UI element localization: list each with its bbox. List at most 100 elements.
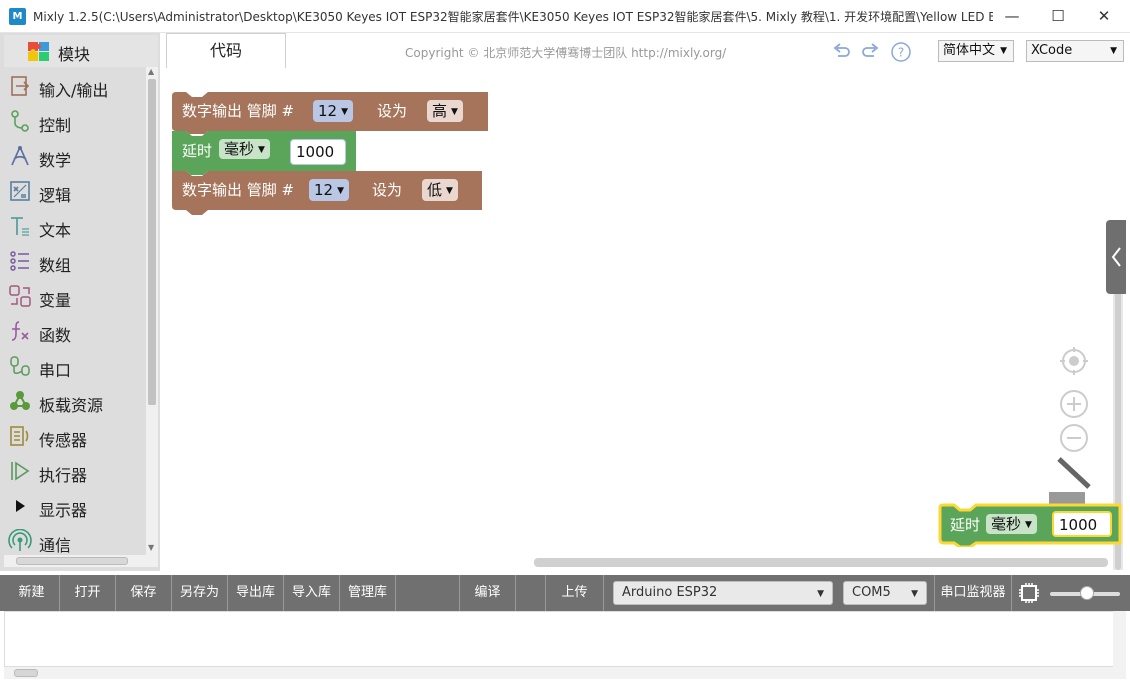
category-display[interactable]: 显示器: [4, 489, 144, 523]
console-output[interactable]: [4, 611, 1126, 667]
open-button[interactable]: 打开: [60, 575, 116, 611]
upload-button[interactable]: 上传: [546, 575, 604, 611]
category-label: 输入/输出: [39, 81, 109, 100]
toolbox-title: 模块: [58, 45, 91, 64]
workspace-horizontal-scrollbar[interactable]: [534, 558, 1108, 567]
zoom-out-icon[interactable]: [1059, 423, 1089, 453]
scrollbar-thumb[interactable]: [148, 79, 156, 405]
manage-library-button[interactable]: 管理库: [340, 575, 396, 611]
unit-dropdown[interactable]: 毫秒 ▼: [986, 514, 1037, 534]
side-panel-toggle[interactable]: [1106, 220, 1126, 294]
variable-icon: [9, 285, 31, 307]
block-label: 数字输出 管脚 #: [182, 102, 295, 120]
category-label: 函数: [39, 326, 72, 345]
serial-monitor-button[interactable]: 串口监视器: [934, 575, 1012, 611]
delay-value-input[interactable]: 1000: [1052, 511, 1112, 537]
category-sensor[interactable]: 传感器: [4, 419, 144, 453]
dropdown-arrow-icon: ▼: [1025, 520, 1032, 530]
toolbox-horizontal-scrollbar[interactable]: [4, 555, 158, 567]
pin-dropdown[interactable]: 12 ▼: [313, 100, 354, 122]
port-value: COM5: [852, 585, 891, 600]
theme-select[interactable]: XCode ▼: [1026, 40, 1124, 62]
minimize-button[interactable]: —: [989, 0, 1035, 33]
tab-code[interactable]: 代码: [166, 33, 286, 68]
scroll-up-icon[interactable]: ▲: [148, 67, 154, 76]
category-board[interactable]: 板载资源: [4, 384, 144, 418]
list-icon: [10, 251, 29, 271]
set-label: 设为: [372, 181, 403, 199]
redo-icon[interactable]: [860, 41, 882, 63]
pin-dropdown[interactable]: 12 ▼: [309, 179, 350, 201]
caret-down-icon: ▼: [911, 589, 918, 599]
dropdown-arrow-icon: ▼: [341, 107, 349, 117]
zoom-in-icon[interactable]: [1059, 389, 1089, 419]
level-value: 高: [432, 102, 448, 120]
level-dropdown[interactable]: 低 ▼: [422, 179, 458, 201]
dropdown-arrow-icon: ▼: [258, 145, 265, 155]
category-io[interactable]: 输入/输出: [4, 69, 144, 103]
dropdown-arrow-icon: ▼: [337, 186, 345, 196]
chip-icon[interactable]: [1017, 582, 1041, 604]
svg-text:?: ?: [898, 46, 904, 60]
caret-down-icon: ▼: [1110, 46, 1117, 56]
category-label: 通信: [39, 536, 72, 555]
block-label: 数字输出 管脚 #: [182, 181, 295, 199]
mixly-app-icon: M: [9, 8, 26, 25]
unit-value: 毫秒: [991, 515, 1022, 533]
category-label: 执行器: [39, 466, 88, 485]
scrollbar-thumb[interactable]: [14, 669, 38, 677]
category-control[interactable]: 控制: [4, 104, 144, 138]
toolbox: 模块 输入/输出 控制 数学 逻辑 文本 数组 变量 函数 串口 板载资源 传感…: [0, 33, 160, 571]
unit-dropdown[interactable]: 毫秒 ▼: [219, 139, 270, 159]
save-button[interactable]: 保存: [116, 575, 172, 611]
trash-icon[interactable]: [1049, 456, 1093, 506]
category-variable[interactable]: 变量: [4, 279, 144, 313]
maximize-button[interactable]: ☐: [1035, 0, 1081, 33]
category-label: 板载资源: [39, 396, 104, 415]
language-select[interactable]: 简体中文 ▼: [938, 40, 1014, 62]
block-label: 延时: [182, 142, 213, 160]
toolbar-spacer: [516, 575, 546, 611]
category-function[interactable]: 函数: [4, 314, 144, 348]
help-icon[interactable]: ?: [890, 41, 912, 63]
category-list[interactable]: 数组: [4, 244, 144, 278]
theme-value: XCode: [1031, 43, 1073, 58]
delay-value-input[interactable]: 1000: [290, 139, 346, 165]
io-icon: [11, 76, 30, 96]
export-library-button[interactable]: 导出库: [228, 575, 284, 611]
category-actuator[interactable]: 执行器: [4, 454, 144, 488]
category-serial[interactable]: 串口: [4, 349, 144, 383]
text-icon: [11, 217, 29, 236]
scrollbar-thumb[interactable]: [16, 557, 128, 565]
category-communication[interactable]: 通信: [4, 524, 144, 558]
category-text[interactable]: 文本: [4, 209, 144, 243]
level-value: 低: [427, 181, 443, 199]
import-library-button[interactable]: 导入库: [284, 575, 340, 611]
console-horizontal-scrollbar[interactable]: [4, 667, 1126, 679]
category-label: 变量: [39, 291, 72, 310]
bottom-toolbar: 新建 打开 保存 另存为 导出库 导入库 管理库 编译 上传 Arduino E…: [0, 575, 1130, 611]
new-button[interactable]: 新建: [4, 575, 60, 611]
chevron-left-icon: [1111, 247, 1121, 267]
console-vertical-scrollbar[interactable]: [1113, 611, 1126, 667]
scroll-down-icon[interactable]: ▼: [148, 543, 154, 552]
toolbox-vertical-scrollbar[interactable]: ▲ ▼: [146, 67, 158, 555]
window-title: Mixly 1.2.5(C:\Users\Administrator\Deskt…: [33, 10, 993, 24]
board-select[interactable]: Arduino ESP32 ▼: [613, 581, 833, 605]
caret-down-icon: ▼: [817, 589, 824, 599]
undo-icon[interactable]: [830, 41, 852, 63]
close-button[interactable]: ✕: [1081, 0, 1127, 33]
level-dropdown[interactable]: 高 ▼: [427, 100, 463, 122]
save-as-button[interactable]: 另存为: [172, 575, 228, 611]
zoom-slider-handle[interactable]: [1080, 586, 1094, 600]
block-label: 延时: [950, 516, 981, 534]
category-math[interactable]: 数学: [4, 139, 144, 173]
category-label: 传感器: [39, 431, 88, 450]
category-label: 数组: [39, 256, 72, 275]
port-select[interactable]: COM5 ▼: [843, 581, 927, 605]
category-logic[interactable]: 逻辑: [4, 174, 144, 208]
compile-button[interactable]: 编译: [460, 575, 516, 611]
category-label: 逻辑: [39, 186, 72, 205]
copyright-text: Copyright © 北京师范大学傅骞博士团队 http://mixly.or…: [405, 46, 727, 60]
center-view-icon[interactable]: [1059, 346, 1089, 376]
